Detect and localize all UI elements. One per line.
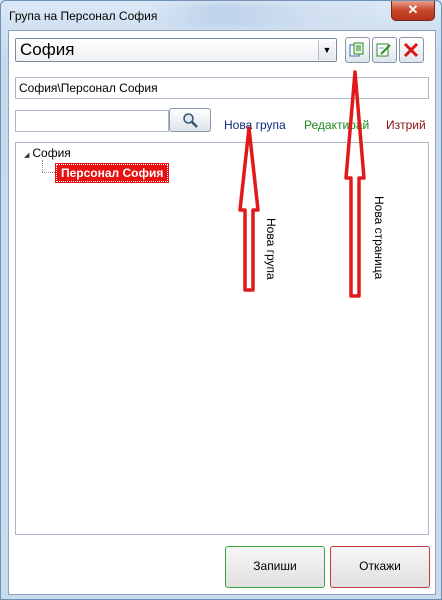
- window-title: Група на Персонал София: [9, 9, 158, 23]
- edit-pencil-icon: [376, 43, 391, 57]
- annotation-label-new-page: Нова страница: [372, 196, 386, 280]
- edit-button[interactable]: [372, 37, 397, 63]
- path-value: София\Персонал София: [19, 81, 158, 95]
- group-tree[interactable]: ◢ София Персонал София: [15, 142, 429, 535]
- new-page-button[interactable]: [345, 37, 370, 63]
- dialog-window: Група на Персонал София ✕ София ▼ София\…: [0, 0, 442, 600]
- cancel-button[interactable]: Откажи: [330, 546, 430, 588]
- path-field[interactable]: София\Персонал София: [15, 77, 429, 99]
- dropdown-arrow-icon[interactable]: ▼: [318, 40, 335, 60]
- window-close-button[interactable]: ✕: [391, 1, 435, 21]
- tree-connector-horizontal: [42, 172, 55, 173]
- tree-node-root[interactable]: ◢ София: [24, 146, 71, 160]
- dialog-client-area: София ▼ София\Персонал София Нова група …: [8, 30, 436, 595]
- magnifier-icon: [183, 113, 198, 128]
- delete-button[interactable]: [399, 37, 424, 63]
- collapse-triangle-icon[interactable]: ◢: [24, 152, 29, 159]
- company-combobox[interactable]: София ▼: [15, 38, 337, 62]
- new-group-link[interactable]: Нова група: [224, 118, 286, 132]
- red-x-icon: [403, 42, 419, 58]
- save-button[interactable]: Запиши: [225, 546, 325, 588]
- annotation-label-new-group: Нова група: [264, 218, 278, 280]
- tree-root-label: София: [32, 146, 71, 160]
- edit-link[interactable]: Редактирай: [304, 118, 369, 132]
- combobox-value: София: [20, 40, 75, 59]
- search-input[interactable]: [15, 110, 169, 132]
- document-copy-icon: [349, 42, 364, 57]
- tree-connector-vertical: [42, 160, 43, 172]
- tree-node-selected[interactable]: Персонал София: [54, 163, 170, 183]
- titlebar-blurred-area: [151, 3, 381, 27]
- search-button[interactable]: [169, 108, 211, 132]
- delete-link[interactable]: Изтрий: [386, 118, 426, 132]
